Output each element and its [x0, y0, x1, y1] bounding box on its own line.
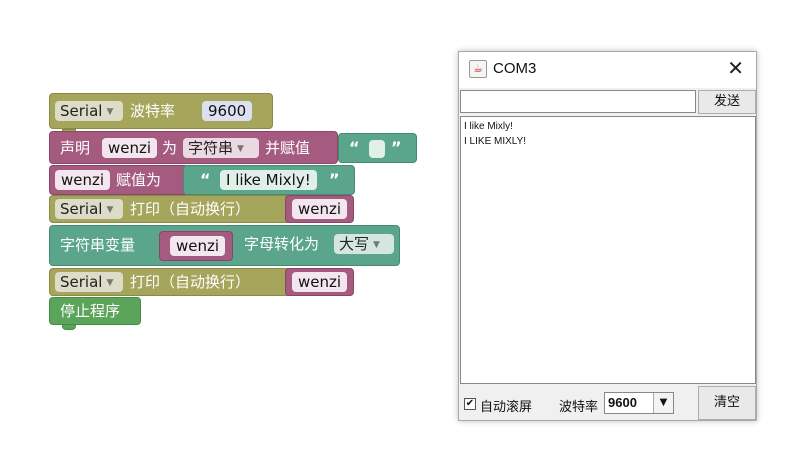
convert-label: 字母转化为: [244, 235, 320, 253]
dropdown-arrow-icon: ▼: [106, 204, 114, 215]
variable-get-block[interactable]: wenzi: [285, 268, 354, 296]
baud-rate-label: 波特率: [130, 102, 176, 120]
empty-string-block[interactable]: “ ”: [338, 133, 417, 163]
dropdown-arrow-icon: ▼: [106, 106, 114, 117]
empty-string-field[interactable]: [369, 140, 385, 158]
dropdown-arrow-icon: ▼: [106, 277, 114, 288]
string-literal-block[interactable]: “ I like Mixly! ”: [183, 165, 355, 195]
stop-program-block[interactable]: 停止程序: [49, 297, 141, 325]
serial-dropdown[interactable]: Serial ▼: [55, 272, 123, 292]
assign-variable-name[interactable]: wenzi: [55, 170, 111, 190]
baud-rate-value[interactable]: 9600: [202, 101, 253, 121]
type-dropdown-label: 字符串: [188, 139, 234, 157]
case-dropdown[interactable]: 大写 ▼: [334, 234, 394, 254]
send-button[interactable]: 发送: [698, 90, 756, 114]
close-quote: ”: [391, 138, 402, 157]
string-literal-field[interactable]: I like Mixly!: [220, 170, 317, 190]
clear-button[interactable]: 清空: [698, 386, 756, 420]
output-line: I like Mixly!: [464, 121, 513, 132]
variable-name-field[interactable]: wenzi: [170, 236, 226, 256]
variable-get-block[interactable]: wenzi: [285, 195, 354, 223]
variable-name-field[interactable]: wenzi: [292, 272, 348, 292]
string-variable-label: 字符串变量: [60, 236, 136, 254]
bottom-bar: ✔ 自动滚屏 波特率 9600 ▼ 清空: [459, 386, 756, 420]
variable-name-field[interactable]: wenzi: [292, 199, 348, 219]
close-icon[interactable]: ✕: [727, 58, 744, 78]
stop-program-label: 停止程序: [60, 302, 121, 320]
serial-dropdown[interactable]: Serial ▼: [55, 199, 123, 219]
serial-dropdown-label: Serial: [60, 273, 103, 291]
as-label: 为: [162, 139, 178, 157]
declare-label: 声明: [60, 139, 91, 157]
baud-rate-selected: 9600: [608, 395, 637, 410]
dropdown-arrow-icon: ▼: [373, 239, 380, 250]
serial-dropdown[interactable]: Serial ▼: [55, 101, 123, 121]
declare-variable-block[interactable]: 声明 wenzi 为 字符串 ▼ 并赋值: [49, 131, 338, 164]
serial-monitor-window: ☕ COM3 ✕ 发送 I like Mixly! I LIKE MIXLY! …: [458, 51, 757, 421]
variable-get-block[interactable]: wenzi: [159, 231, 233, 261]
window-title: COM3: [493, 60, 537, 77]
serial-dropdown-label: Serial: [60, 102, 103, 120]
print-label: 打印（自动换行）: [130, 273, 251, 291]
serial-baud-block[interactable]: Serial ▼ 波特率 9600: [49, 93, 273, 129]
open-quote: “: [349, 138, 360, 157]
print-label: 打印（自动换行）: [130, 200, 251, 218]
assign-variable-block[interactable]: wenzi 赋值为: [49, 165, 189, 195]
serial-output[interactable]: I like Mixly! I LIKE MIXLY!: [460, 116, 756, 384]
baud-rate-label: 波特率: [559, 400, 599, 415]
type-dropdown[interactable]: 字符串 ▼: [183, 138, 259, 158]
open-quote: “: [200, 170, 211, 189]
serial-println-block-2[interactable]: Serial ▼ 打印（自动换行）: [49, 268, 291, 296]
autoscroll-checkbox[interactable]: ✔: [464, 398, 476, 410]
serial-dropdown-label: Serial: [60, 200, 103, 218]
send-input[interactable]: [460, 90, 696, 113]
assign-init-label: 并赋值: [265, 139, 311, 157]
chevron-down-icon[interactable]: ▼: [653, 393, 673, 413]
block-connector: [62, 324, 76, 330]
java-icon: ☕: [469, 60, 487, 78]
close-quote: ”: [329, 170, 340, 189]
dropdown-arrow-icon: ▼: [237, 143, 244, 154]
serial-println-block-1[interactable]: Serial ▼ 打印（自动换行）: [49, 195, 291, 223]
assign-label: 赋值为: [116, 171, 162, 189]
autoscroll-label: 自动滚屏: [480, 400, 533, 415]
title-bar[interactable]: ☕ COM3 ✕: [459, 52, 756, 88]
case-dropdown-label: 大写: [339, 235, 370, 253]
output-line: I LIKE MIXLY!: [464, 136, 527, 147]
baud-rate-select[interactable]: 9600 ▼: [604, 392, 674, 414]
variable-name-field[interactable]: wenzi: [102, 138, 158, 158]
